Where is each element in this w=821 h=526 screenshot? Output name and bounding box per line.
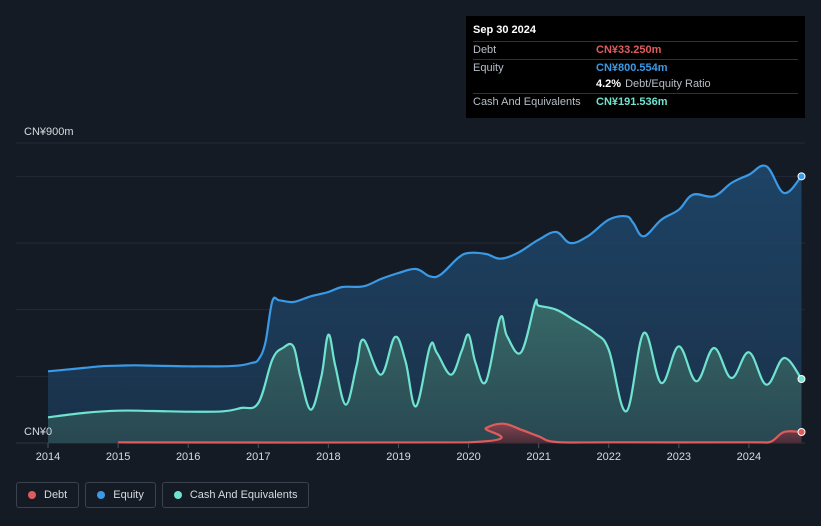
y-axis-zero-label: CN¥0 <box>24 426 52 438</box>
legend-item-equity[interactable]: Equity <box>85 482 156 508</box>
x-tick-label: 2024 <box>737 451 761 463</box>
tooltip-value-ratio: 4.2% <box>596 78 622 91</box>
tooltip-label: Equity <box>473 61 504 74</box>
debt-dot-icon <box>28 491 36 499</box>
tooltip-row-debt: Debt CN¥33.250m <box>473 42 798 60</box>
x-tick-label: 2023 <box>667 451 691 463</box>
tooltip-label: Cash And Equivalents <box>473 95 581 108</box>
series-areas <box>48 165 802 443</box>
tooltip-value-cash: CN¥191.536m <box>596 95 668 108</box>
legend-label: Cash And Equivalents <box>189 489 298 501</box>
x-tick-label: 2017 <box>246 451 270 463</box>
x-tick-label: 2021 <box>526 451 550 463</box>
tooltip: Sep 30 2024 Debt CN¥33.250m Equity CN¥80… <box>466 16 805 118</box>
x-axis-ticks: 2014 2015 2016 2017 2018 2019 2020 2021 2022 2023… <box>36 443 761 463</box>
equity-end-point[interactable] <box>797 172 806 181</box>
y-axis-top-label: CN¥900m <box>24 126 74 138</box>
legend-item-cash[interactable]: Cash And Equivalents <box>161 482 310 508</box>
legend-label: Equity <box>113 489 144 501</box>
x-tick-label: 2015 <box>106 451 130 463</box>
legend-item-debt[interactable]: Debt <box>16 482 80 508</box>
x-tick-label: 2020 <box>456 451 480 463</box>
cash-end-point[interactable] <box>797 375 806 383</box>
tooltip-row-ratio: 4.2% Debt/Equity Ratio <box>473 76 798 94</box>
x-tick-label: 2014 <box>36 451 60 463</box>
debt-end-point[interactable] <box>797 428 806 436</box>
tooltip-row-cash: Cash And Equivalents CN¥191.536m <box>473 94 798 111</box>
tooltip-value-equity: CN¥800.554m <box>596 61 668 74</box>
equity-dot-icon <box>97 491 106 499</box>
tooltip-row-equity: Equity CN¥800.554m <box>473 60 798 77</box>
cash-dot-icon <box>173 491 182 499</box>
x-tick-label: 2019 <box>386 451 410 463</box>
x-tick-label: 2018 <box>316 451 340 463</box>
legend: Debt Equity Cash And Equivalents <box>16 482 310 508</box>
tooltip-ratio-label: Debt/Equity Ratio <box>625 78 711 91</box>
x-tick-label: 2022 <box>596 451 620 463</box>
tooltip-label: Debt <box>473 44 497 57</box>
x-tick-label: 2016 <box>176 451 200 463</box>
legend-label: Debt <box>44 489 68 501</box>
tooltip-date: Sep 30 2024 <box>473 22 798 42</box>
tooltip-value-debt: CN¥33.250m <box>596 44 662 57</box>
